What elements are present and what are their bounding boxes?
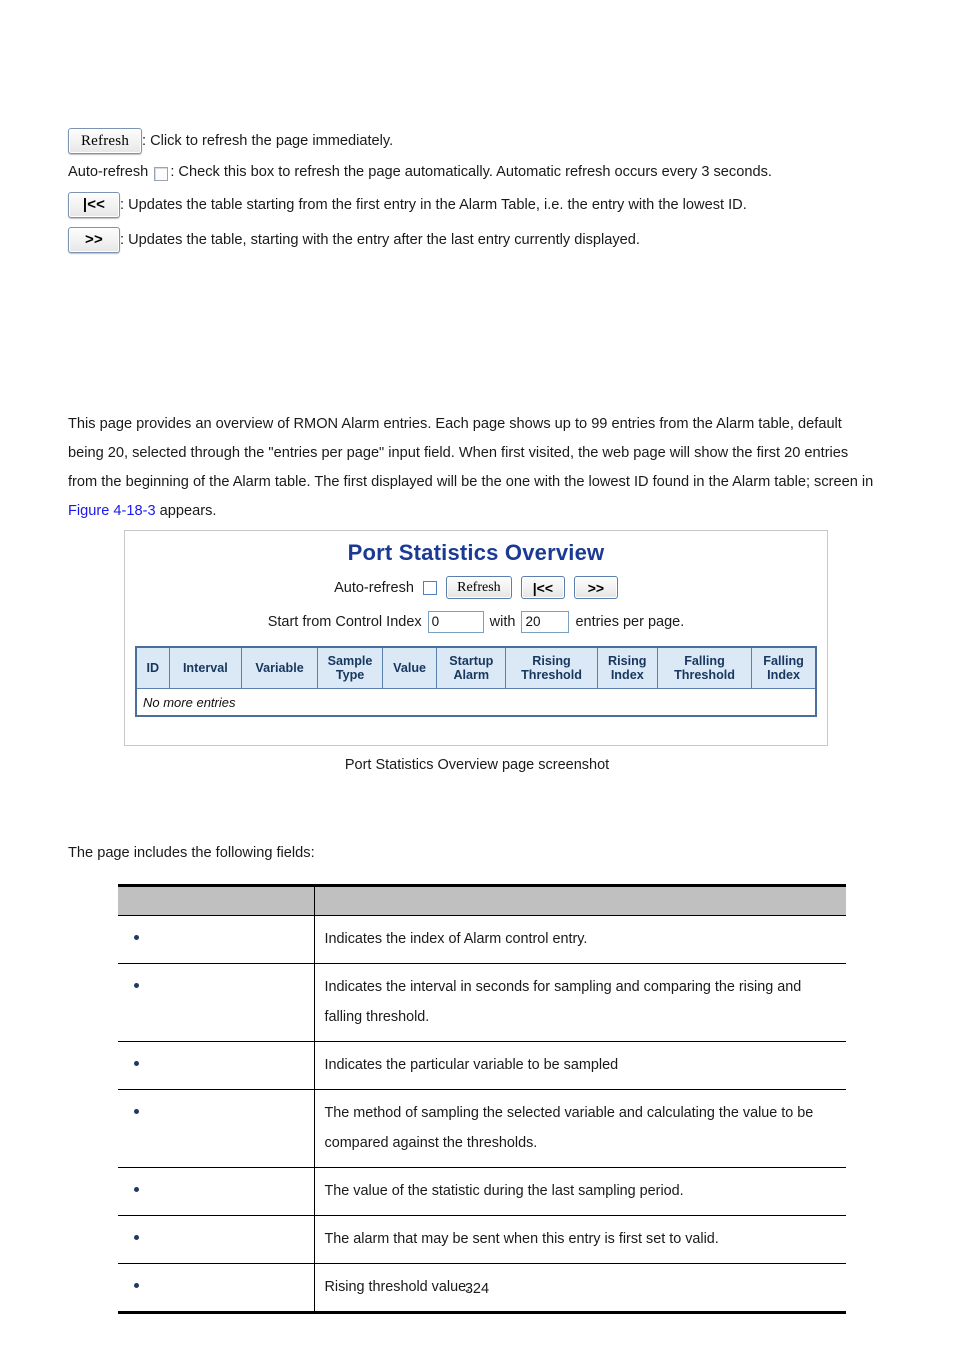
field-description-cell: Indicates the index of Alarm control ent… xyxy=(313,915,846,964)
fields-table-header-row xyxy=(118,884,846,916)
field-name-cell xyxy=(118,915,315,964)
button-legend-block: Refresh : Click to refresh the page imme… xyxy=(68,128,888,262)
screenshot-auto-refresh-checkbox[interactable] xyxy=(422,580,437,595)
column-header-variable[interactable]: Variable xyxy=(240,646,319,689)
field-name-cell xyxy=(118,1167,315,1216)
table-row: Indicates the interval in seconds for sa… xyxy=(118,963,846,1042)
document-page: Refresh : Click to refresh the page imme… xyxy=(0,0,954,1350)
start-index-label: Start from Control Index xyxy=(267,614,422,630)
paragraph-part-2: appears. xyxy=(155,503,217,519)
first-page-description: : Updates the table starting from the fi… xyxy=(120,197,747,214)
legend-row-autorefresh: Auto-refresh : Check this box to refresh… xyxy=(68,163,888,182)
column-header-falling-index[interactable]: Falling Index xyxy=(751,646,817,689)
bullet-icon xyxy=(134,1109,139,1114)
bullet-icon xyxy=(134,1235,139,1240)
alarm-table-header-row: ID Interval Variable Sample Type Value S… xyxy=(135,646,817,689)
bullet-icon xyxy=(134,1187,139,1192)
field-description-cell: The value of the statistic during the la… xyxy=(313,1167,846,1216)
with-label: with xyxy=(489,614,516,630)
screenshot-refresh-button[interactable]: Refresh xyxy=(445,576,512,599)
entries-per-page-input[interactable]: 20 xyxy=(521,611,570,633)
fields-header-object xyxy=(118,884,315,916)
paragraph-part-1: This page provides an overview of RMON A… xyxy=(68,416,874,490)
first-page-button[interactable]: |<< xyxy=(68,192,120,219)
fields-header-description xyxy=(313,884,846,916)
legend-row-next-page: >> : Updates the table, starting with th… xyxy=(68,227,888,254)
next-page-button[interactable]: >> xyxy=(68,227,120,254)
field-name-cell xyxy=(118,1215,315,1264)
screenshot-autorefresh-label: Auto-refresh xyxy=(334,579,414,596)
screenshot-next-page-button[interactable]: >> xyxy=(573,576,618,599)
embedded-screenshot-panel: Port Statistics Overview Auto-refresh Re… xyxy=(124,530,828,746)
bullet-icon xyxy=(134,1061,139,1066)
column-header-value[interactable]: Value xyxy=(381,646,438,689)
table-row: Indicates the index of Alarm control ent… xyxy=(118,915,846,964)
legend-row-refresh: Refresh : Click to refresh the page imme… xyxy=(68,128,888,154)
screenshot-page-title: Port Statistics Overview xyxy=(347,540,605,565)
field-name-cell xyxy=(118,1089,315,1168)
field-description-cell: Indicates the interval in seconds for sa… xyxy=(313,963,846,1042)
alarm-table-empty-row: No more entries xyxy=(135,688,817,717)
refresh-description: : Click to refresh the page immediately. xyxy=(142,132,394,149)
overview-paragraph: This page provides an overview of RMON A… xyxy=(68,410,880,526)
fields-table-wrapper: Indicates the index of Alarm control ent… xyxy=(118,884,846,1314)
fields-table: Indicates the index of Alarm control ent… xyxy=(118,884,846,1314)
screenshot-toolbar: Auto-refresh Refresh |<< >> xyxy=(125,576,827,599)
field-name-cell xyxy=(118,1041,315,1090)
field-description-cell: Indicates the particular variable to be … xyxy=(313,1041,846,1090)
autorefresh-label: Auto-refresh xyxy=(68,164,149,180)
column-header-interval[interactable]: Interval xyxy=(168,646,243,689)
entries-per-page-label: entries per page. xyxy=(575,614,685,630)
field-name-cell xyxy=(118,963,315,1042)
figure-link[interactable]: Figure 4-18-3 xyxy=(68,503,156,519)
column-header-rising-threshold[interactable]: Rising Threshold xyxy=(505,646,598,689)
column-header-rising-index[interactable]: Rising Index xyxy=(596,646,658,689)
refresh-button[interactable]: Refresh xyxy=(68,128,142,154)
column-header-sample-type[interactable]: Sample Type xyxy=(317,646,383,689)
no-more-entries-text: No more entries xyxy=(135,688,817,717)
alarm-table: ID Interval Variable Sample Type Value S… xyxy=(135,646,817,717)
screenshot-first-page-button[interactable]: |<< xyxy=(520,576,565,599)
field-description-cell: The alarm that may be sent when this ent… xyxy=(313,1215,846,1264)
column-header-falling-threshold[interactable]: Falling Threshold xyxy=(656,646,753,689)
next-page-description: : Updates the table, starting with the e… xyxy=(120,232,640,249)
column-header-startup-alarm[interactable]: Startup Alarm xyxy=(436,646,507,689)
screenshot-paging-row: Start from Control Index 0 with 20 entri… xyxy=(125,611,827,633)
table-row: The method of sampling the selected vari… xyxy=(118,1089,846,1168)
bullet-icon xyxy=(134,983,139,988)
table-row: Indicates the particular variable to be … xyxy=(118,1041,846,1090)
fields-intro-text: The page includes the following fields: xyxy=(68,845,315,861)
legend-row-first-page: |<< : Updates the table starting from th… xyxy=(68,192,888,219)
figure-caption: Port Statistics Overview page screenshot xyxy=(344,757,610,773)
column-header-id[interactable]: ID xyxy=(135,646,170,689)
field-description-cell: The method of sampling the selected vari… xyxy=(313,1089,846,1168)
auto-refresh-checkbox-icon[interactable] xyxy=(154,167,169,182)
table-row: The value of the statistic during the la… xyxy=(118,1167,846,1216)
autorefresh-description: : Check this box to refresh the page aut… xyxy=(170,164,772,180)
start-index-input[interactable]: 0 xyxy=(427,611,484,633)
table-row: The alarm that may be sent when this ent… xyxy=(118,1215,846,1264)
bullet-icon xyxy=(134,935,139,940)
page-number: 324 xyxy=(464,1281,490,1297)
